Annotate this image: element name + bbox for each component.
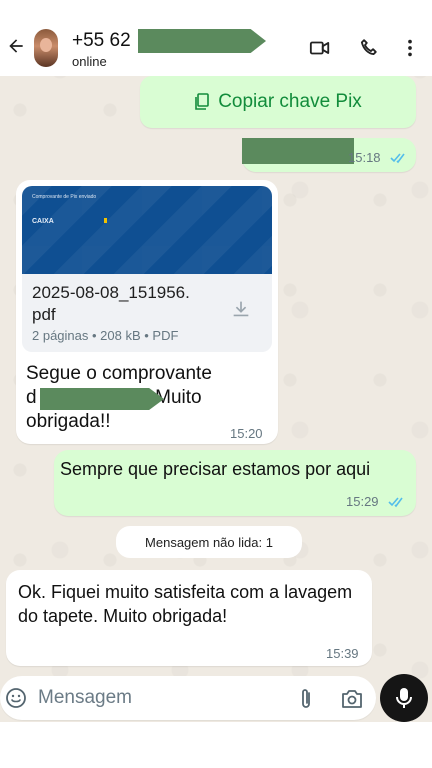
mic-icon (396, 688, 412, 708)
thumbnail-title: Comprovante de Pix enviado (32, 194, 97, 200)
contact-name[interactable]: +55 62 (72, 30, 131, 52)
double-check-icon (388, 497, 403, 508)
message-time: 15:20 (230, 426, 263, 441)
message-composer[interactable]: Mensagem (0, 676, 376, 720)
message-text: Ok. Fiquei muito satisfeita com a lavage… (18, 582, 353, 626)
unread-messages-divider: Mensagem não lida: 1 (116, 526, 302, 558)
voice-message-button[interactable] (380, 674, 428, 722)
avatar[interactable] (34, 29, 58, 67)
caption-line-2: d. Muito (26, 386, 266, 410)
back-arrow-icon[interactable] (6, 36, 26, 56)
thumbnail-marker (104, 218, 107, 223)
document-caption: Segue o comprovante d. Muito obrigada!! (26, 362, 266, 434)
message-input[interactable]: Mensagem (38, 687, 132, 709)
more-vert-icon[interactable] (398, 37, 422, 59)
message-time: 15:18 (348, 150, 381, 165)
message-time: 15:39 (326, 646, 359, 661)
incoming-message[interactable]: Ok. Fiquei muito satisfeita com a lavage… (6, 570, 372, 666)
redaction-mark (40, 388, 164, 410)
bottom-area (0, 722, 432, 768)
video-call-icon[interactable] (308, 37, 332, 59)
phone-icon[interactable] (357, 37, 381, 59)
copy-pix-key-button[interactable]: Copiar chave Pix (140, 76, 416, 128)
outgoing-message-pix-key[interactable]: 15:18 (242, 138, 416, 172)
contact-status: online (72, 54, 107, 69)
thumbnail-brand: CAIXA (32, 218, 54, 225)
document-thumbnail[interactable]: Comprovante de Pix enviado CAIXA (22, 186, 272, 274)
chat-header: +55 62 online (0, 0, 432, 76)
document-meta: 2 páginas • 208 kB • PDF (32, 328, 179, 343)
attach-icon[interactable] (296, 687, 316, 711)
message-time: 15:29 (346, 494, 379, 509)
incoming-document-message[interactable]: Comprovante de Pix enviado CAIXA 2025-08… (16, 180, 278, 444)
download-icon[interactable] (230, 298, 252, 320)
camera-icon[interactable] (340, 688, 364, 710)
caption-line-2-prefix: d (26, 387, 37, 408)
filename-line-2: pdf (32, 305, 56, 324)
filename-line-1: 2025-08-08_151956. (32, 283, 190, 302)
document-filename: 2025-08-08_151956. pdf (32, 282, 222, 326)
redaction-mark (242, 138, 354, 164)
message-text: Sempre que precisar estamos por aqui (60, 459, 371, 479)
copy-icon (195, 93, 209, 110)
copy-pix-key-label: Copiar chave Pix (218, 91, 362, 112)
double-check-icon (390, 153, 405, 164)
redaction-mark (138, 29, 266, 53)
caption-line-1: Segue o comprovante (26, 363, 212, 384)
emoji-icon[interactable] (4, 686, 28, 710)
outgoing-message[interactable]: Sempre que precisar estamos por aqui 15:… (54, 450, 416, 516)
